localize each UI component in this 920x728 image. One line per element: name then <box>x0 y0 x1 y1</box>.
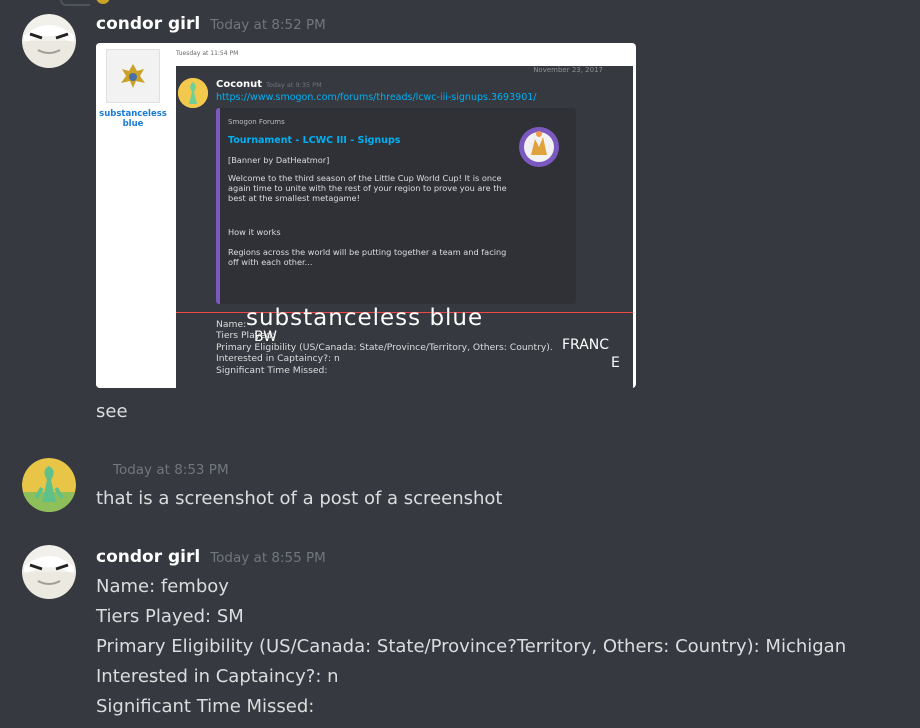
author-name[interactable]: condor girl <box>96 547 200 567</box>
timestamp: Today at 8:53 PM <box>113 462 229 478</box>
avatar[interactable] <box>22 458 76 512</box>
reply-avatar[interactable] <box>96 0 110 4</box>
sidebar-username: substanceless blue <box>99 109 167 129</box>
timestamp: Today at 8:52 PM <box>210 17 326 33</box>
inner-date-divider: November 23, 2017 <box>533 66 603 74</box>
inner-author-row: Coconut Today at 9:35 PM <box>216 79 322 90</box>
message-header: condor girl Today at 8:52 PM <box>96 14 326 34</box>
message-line: Interested in Captaincy?: n <box>96 666 339 687</box>
message-line: Primary Eligibility (US/Canada: State/Pr… <box>96 636 847 657</box>
embed-provider: Smogon Forums <box>228 118 285 126</box>
inner-author: Coconut <box>216 79 263 90</box>
embed-banner: [Banner by DatHeatmor] <box>228 155 330 165</box>
pokemon-thumbnail <box>106 49 160 103</box>
squidward-avatar-icon <box>178 78 208 108</box>
embed-title: Tournament - LCWC III - Signups <box>228 135 401 146</box>
electrode-avatar-icon <box>22 14 76 68</box>
inner-avatar <box>178 78 208 108</box>
image-attachment[interactable]: substanceless blue Tuesday at 11:54 PM N… <box>96 43 636 388</box>
reply-preview[interactable] <box>60 0 540 6</box>
message-line: Tiers Played: SM <box>96 606 244 627</box>
message-line: Significant Time Missed: <box>96 696 315 717</box>
message-line: Name: femboy <box>96 576 229 597</box>
message-header: condor girl Today at 8:55 PM <box>96 547 326 567</box>
link-embed: Smogon Forums Tournament - LCWC III - Si… <box>216 108 576 304</box>
electrode-avatar-icon <box>22 545 76 599</box>
avatar[interactable] <box>22 14 76 68</box>
attachment-date: Tuesday at 11:54 PM <box>176 50 239 57</box>
attachment-sidebar: substanceless blue <box>96 43 168 388</box>
author-name[interactable]: condor girl <box>96 14 200 34</box>
inner-link: https://www.smogon.com/forums/threads/lc… <box>216 92 537 103</box>
message-header: Today at 8:53 PM <box>113 462 229 478</box>
message-text: that is a screenshot of a post of a scre… <box>96 488 503 509</box>
embed-heading: How it works <box>228 227 281 237</box>
embed-intro: Welcome to the third season of the Littl… <box>228 173 507 203</box>
form-missed-label: Significant Time Missed: <box>216 364 328 376</box>
embed-description: [Banner by DatHeatmor] Welcome to the th… <box>228 155 518 267</box>
timestamp: Today at 8:55 PM <box>210 550 326 566</box>
inner-timestamp: Today at 9:35 PM <box>266 81 322 89</box>
pokemon-sprite-icon <box>121 64 145 88</box>
handwritten-country-1: FRANC <box>562 337 610 353</box>
form-captaincy-label: Interested in Captaincy?: n <box>216 353 340 365</box>
handwritten-country-2: E <box>611 355 620 371</box>
handwritten-tiers: BW <box>254 329 277 345</box>
message-text: see <box>96 401 128 422</box>
embed-body: Regions across the world will be putting… <box>228 247 507 267</box>
lcwc-logo-icon <box>519 127 559 167</box>
reply-connector <box>60 0 90 6</box>
avatar[interactable] <box>22 545 76 599</box>
squidward-avatar-icon <box>22 458 76 512</box>
handwritten-name: substanceless blue <box>246 305 484 331</box>
